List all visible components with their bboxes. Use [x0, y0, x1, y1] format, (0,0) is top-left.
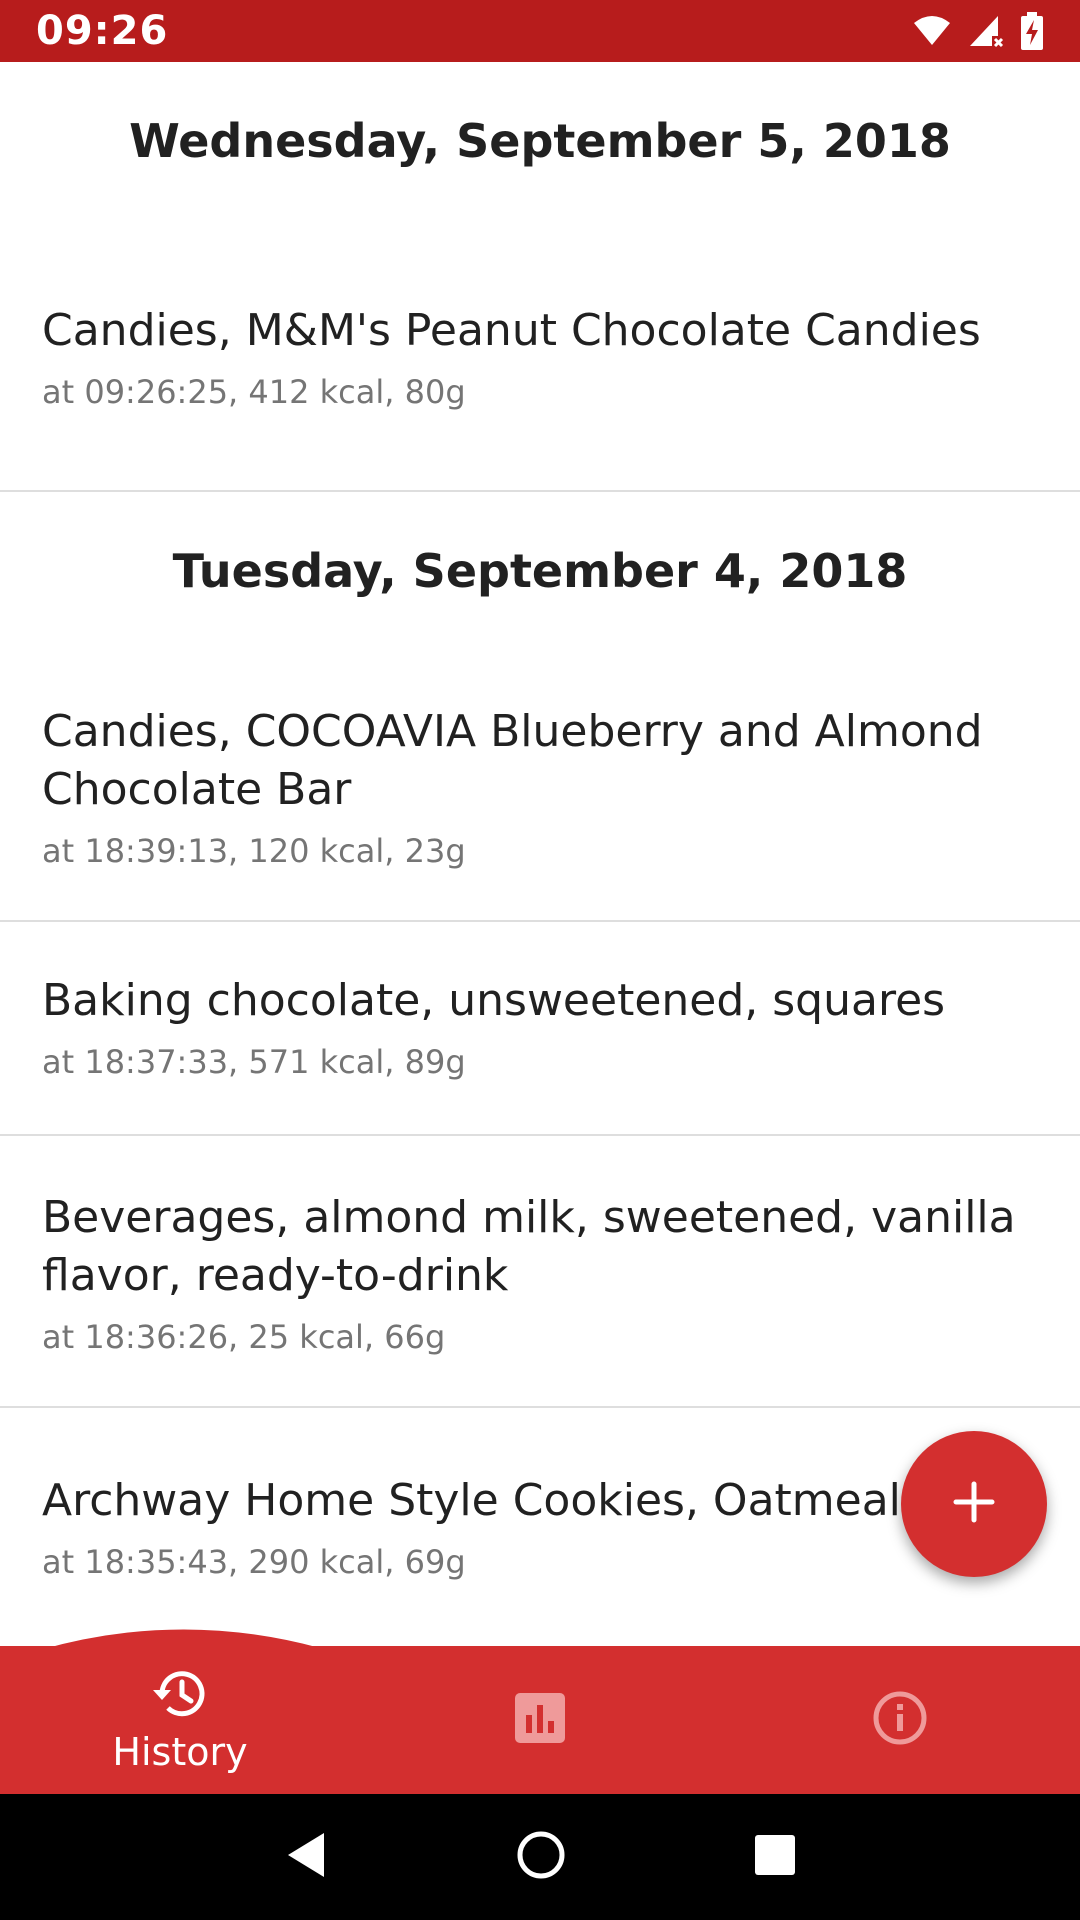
wifi-icon: [912, 15, 952, 47]
history-entry[interactable]: Candies, COCOAVIA Blueberry and Almond C…: [0, 650, 1080, 922]
system-navigation-bar: [0, 1794, 1080, 1920]
home-icon[interactable]: [516, 1830, 566, 1884]
entry-details: at 18:37:33, 571 kcal, 89g: [42, 1043, 466, 1081]
entry-name: Candies, COCOAVIA Blueberry and Almond C…: [42, 706, 983, 815]
history-list[interactable]: Wednesday, September 5, 2018 Candies, M&…: [0, 62, 1080, 1646]
history-entry[interactable]: Baking chocolate, unsweetened, squares a…: [0, 922, 1080, 1136]
history-entry[interactable]: Beverages, almond milk, sweetened, vanil…: [0, 1136, 1080, 1408]
status-icons: [912, 12, 1044, 50]
back-icon[interactable]: [284, 1831, 328, 1883]
bottom-navigation: History: [0, 1646, 1080, 1794]
nav-tab-info[interactable]: [720, 1646, 1080, 1794]
entry-details: at 09:26:25, 412 kcal, 80g: [42, 373, 466, 411]
entry-details: at 18:35:43, 290 kcal, 69g: [42, 1543, 466, 1581]
recents-icon[interactable]: [754, 1834, 796, 1880]
nav-tab-history[interactable]: History: [0, 1646, 360, 1794]
battery-charging-icon: [1020, 12, 1044, 50]
cell-signal-icon: [968, 14, 1004, 48]
entry-details: at 18:39:13, 120 kcal, 23g: [42, 832, 466, 870]
entry-name: Baking chocolate, unsweetened, squares: [42, 975, 946, 1026]
status-bar: 09:26: [0, 0, 1080, 62]
history-entry[interactable]: Candies, M&M's Peanut Chocolate Candies …: [0, 220, 1080, 492]
info-icon: [872, 1690, 928, 1750]
entry-details: at 18:36:26, 25 kcal, 66g: [42, 1318, 446, 1356]
entry-name: Candies, M&M's Peanut Chocolate Candies: [42, 305, 981, 356]
plus-icon: [952, 1480, 996, 1528]
day-header: Tuesday, September 4, 2018: [172, 544, 908, 598]
history-icon: [150, 1666, 210, 1726]
day-header: Wednesday, September 5, 2018: [129, 114, 951, 168]
status-time: 09:26: [36, 8, 169, 54]
entry-name: Archway Home Style Cookies, Oatmeal: [42, 1475, 901, 1526]
bar-chart-icon: [515, 1693, 565, 1747]
entry-name: Beverages, almond milk, sweetened, vanil…: [42, 1192, 1016, 1301]
nav-label-history: History: [112, 1730, 248, 1774]
add-entry-button[interactable]: [901, 1431, 1047, 1577]
nav-tab-statistics[interactable]: [360, 1646, 720, 1794]
